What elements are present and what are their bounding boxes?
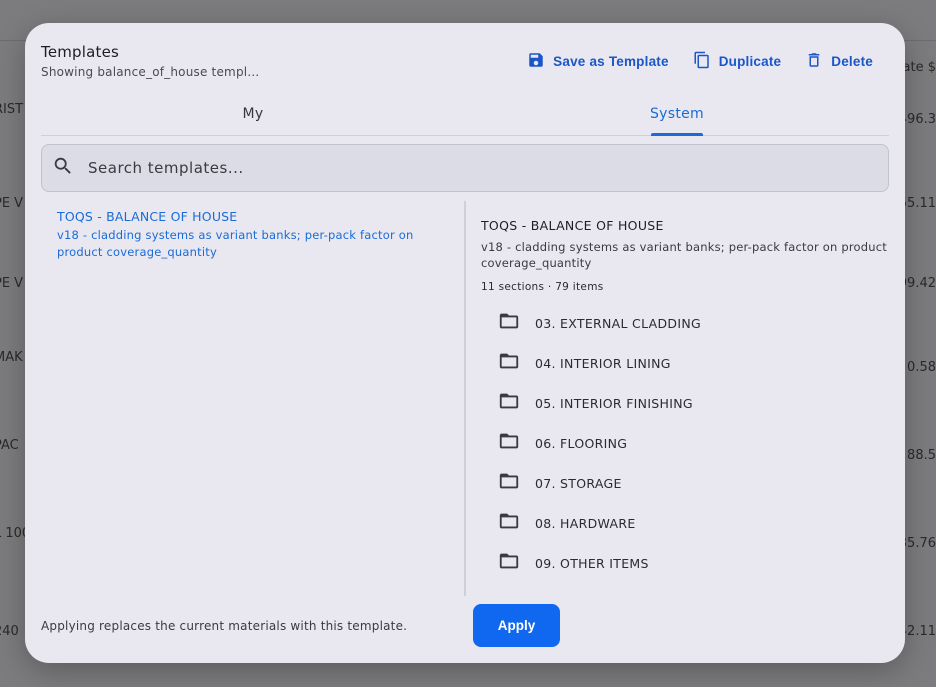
template-detail: TOQS - BALANCE OF HOUSE v18 - cladding s… (481, 218, 891, 598)
template-description: v18 - cladding systems as variant banks;… (57, 228, 414, 259)
background-cell-text: 240 (0, 624, 19, 639)
section-name: 04. INTERIOR LINING (535, 355, 671, 371)
section-name: 05. INTERIOR FINISHING (535, 395, 693, 411)
section-name: 08. HARDWARE (535, 515, 636, 531)
dialog-title: Templates (41, 43, 120, 61)
save-icon (527, 51, 545, 72)
folder-icon (498, 550, 520, 576)
detail-title: TOQS - BALANCE OF HOUSE (481, 218, 664, 233)
save-as-template-button[interactable]: Save as Template (515, 49, 681, 73)
detail-meta: 11 sections · 79 items (481, 281, 604, 293)
search-box (41, 144, 889, 192)
folder-icon (498, 350, 520, 376)
detail-description: v18 - cladding systems as variant banks;… (481, 240, 887, 270)
copy-icon (693, 51, 711, 72)
tab-system[interactable]: System (465, 93, 889, 136)
search-input[interactable] (86, 158, 850, 178)
section-row[interactable]: 09. OTHER ITEMS (481, 543, 891, 583)
template-list-item[interactable]: TOQS - BALANCE OF HOUSE v18 - cladding sy… (41, 201, 461, 269)
apply-button[interactable]: Apply (473, 604, 560, 647)
folder-icon (498, 510, 520, 536)
templates-dialog: Templates Showing balance_of_house templ… (25, 23, 905, 663)
section-row[interactable]: 04. INTERIOR LINING (481, 343, 891, 383)
background-cell-value: ate $ (902, 60, 936, 75)
section-row[interactable]: 08. HARDWARE (481, 503, 891, 543)
duplicate-label: Duplicate (718, 53, 782, 69)
background-cell-text: RIST (0, 102, 24, 117)
template-list: TOQS - BALANCE OF HOUSE v18 - cladding sy… (41, 201, 461, 596)
section-name: 09. OTHER ITEMS (535, 555, 649, 571)
delete-label: Delete (831, 53, 873, 69)
background-cell-text: PE V (0, 276, 24, 291)
folder-icon (498, 430, 520, 456)
duplicate-button[interactable]: Duplicate (681, 49, 794, 73)
section-list: 03. EXTERNAL CLADDING 04. INTERIOR LINING… (481, 303, 891, 583)
folder-icon (498, 470, 520, 496)
delete-button[interactable]: Delete (793, 49, 885, 73)
section-row[interactable]: 06. FLOORING (481, 423, 891, 463)
section-row[interactable]: 07. STORAGE (481, 463, 891, 503)
section-name: 07. STORAGE (535, 475, 622, 491)
dialog-subtitle: Showing balance_of_house templ… (41, 65, 260, 79)
template-name: TOQS - BALANCE OF HOUSE (57, 209, 238, 224)
folder-icon (498, 310, 520, 336)
template-tabs: My System (41, 93, 889, 136)
tab-my[interactable]: My (41, 93, 465, 135)
background-cell-value: 88.5 (907, 448, 936, 463)
background-cell-text: PAC (0, 438, 19, 453)
background-cell-text: MAK (0, 350, 23, 365)
save-as-template-label: Save as Template (553, 53, 669, 69)
background-cell-value: 0.58 (907, 360, 936, 375)
dialog-actions: Save as Template Duplicate Delete (515, 49, 885, 73)
footer-note: Applying replaces the current materials … (41, 619, 408, 633)
trash-icon (805, 51, 823, 72)
panel-divider (464, 201, 466, 596)
section-name: 03. EXTERNAL CLADDING (535, 315, 701, 331)
section-row[interactable]: 03. EXTERNAL CLADDING (481, 303, 891, 343)
background-cell-text: PE V (0, 196, 24, 211)
search-icon (42, 155, 74, 181)
folder-icon (498, 390, 520, 416)
section-name: 06. FLOORING (535, 435, 628, 451)
section-row[interactable]: 05. INTERIOR FINISHING (481, 383, 891, 423)
